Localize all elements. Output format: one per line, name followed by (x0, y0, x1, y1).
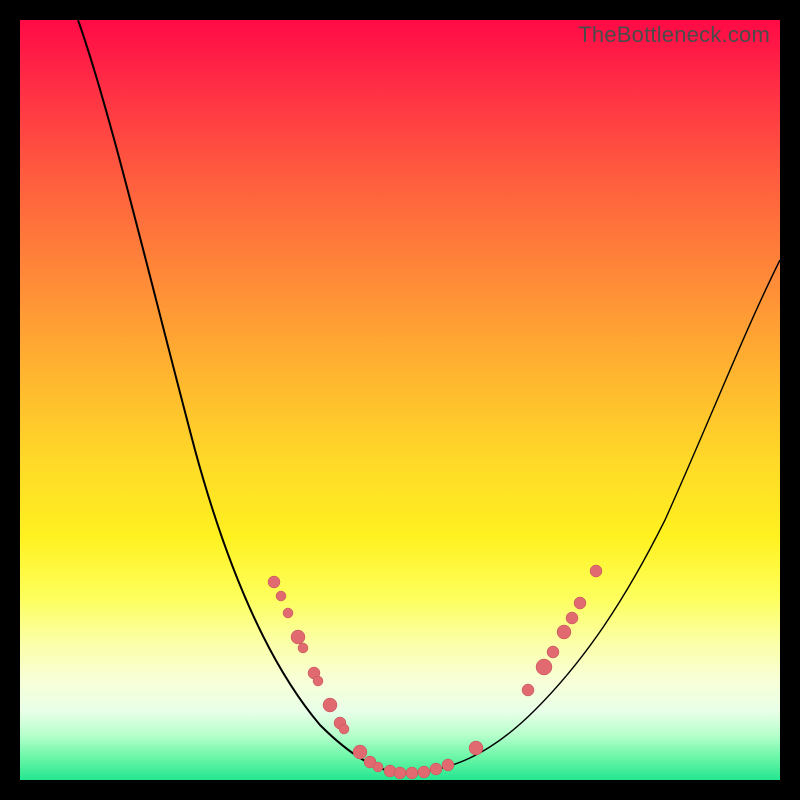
chart-frame: TheBottleneck.com (0, 0, 800, 800)
data-point (566, 612, 578, 624)
data-point (339, 724, 349, 734)
curve-right-curve (402, 260, 780, 774)
curve-group (78, 20, 780, 774)
data-point (353, 745, 367, 759)
data-point (323, 698, 337, 712)
scatter-group (268, 565, 602, 779)
plot-area: TheBottleneck.com (20, 20, 780, 780)
curve-left-curve (78, 20, 402, 774)
data-point (276, 591, 286, 601)
data-point (373, 762, 383, 772)
data-point (557, 625, 571, 639)
data-point (469, 741, 483, 755)
data-point (442, 759, 454, 771)
data-point (406, 767, 418, 779)
data-point (268, 576, 280, 588)
data-point (574, 597, 586, 609)
data-point (291, 630, 305, 644)
data-point (547, 646, 559, 658)
data-point (298, 643, 308, 653)
data-point (590, 565, 602, 577)
data-point (430, 763, 442, 775)
data-point (394, 767, 406, 779)
data-point (283, 608, 293, 618)
watermark-text: TheBottleneck.com (578, 22, 770, 48)
data-point (522, 684, 534, 696)
data-point (536, 659, 552, 675)
data-point (313, 676, 323, 686)
data-point (418, 766, 430, 778)
chart-svg (20, 20, 780, 780)
